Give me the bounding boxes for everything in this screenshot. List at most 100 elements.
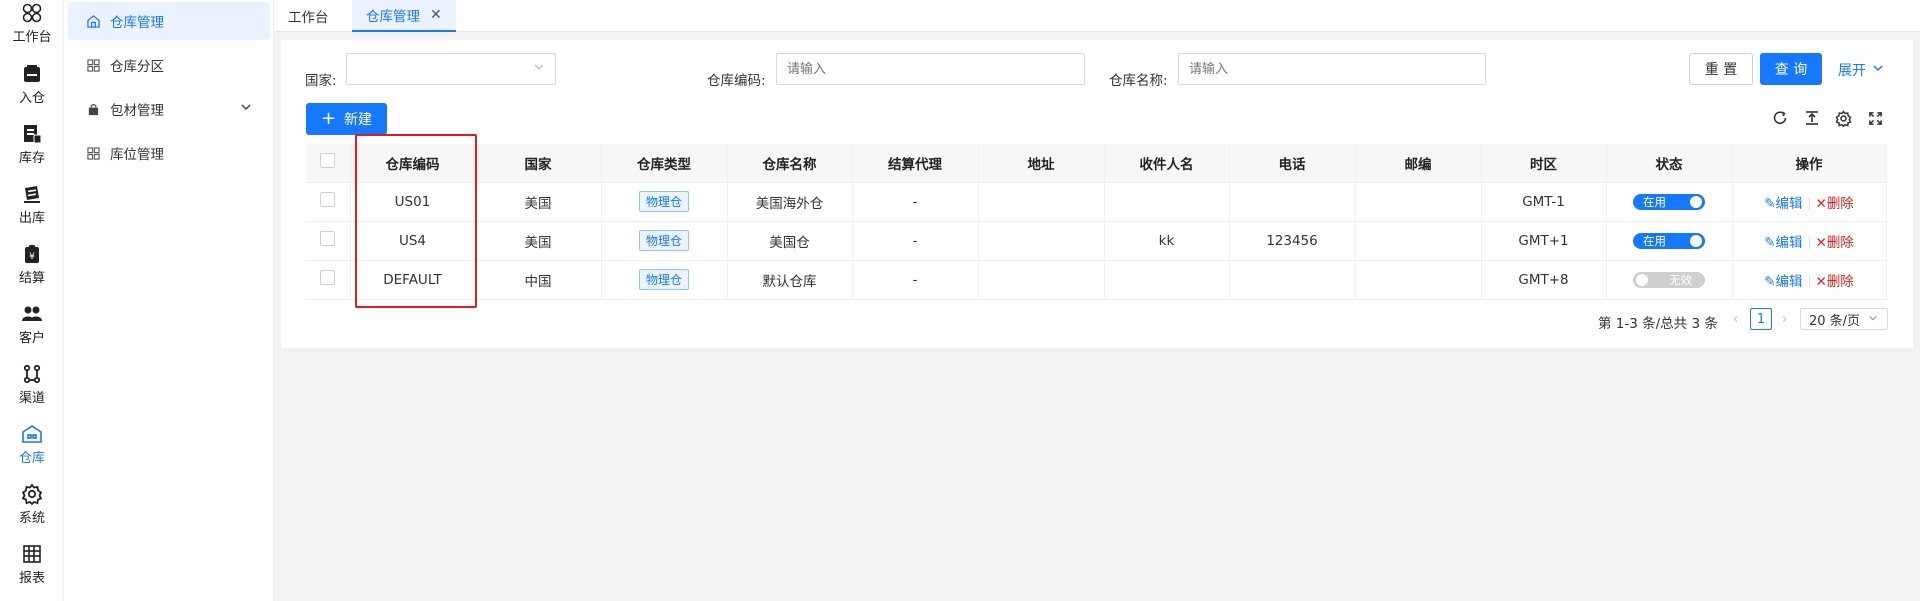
expand-label: 展开	[1838, 63, 1866, 79]
table-row: US01 美国 物理仓 美国海外仓 - GMT-1 在用 ✎编辑 ✕删除	[306, 182, 1887, 222]
toggle-knob	[1636, 273, 1648, 286]
rail-item-report[interactable]: 报表	[0, 543, 64, 599]
cell-code: DEFAULT	[350, 260, 476, 300]
cell-type: 物理仓	[601, 182, 728, 222]
cell-timezone: GMT-1	[1481, 182, 1607, 222]
edit-button[interactable]: ✎编辑	[1764, 196, 1802, 212]
rail-item-outbound[interactable]: 出库	[0, 183, 64, 239]
delete-label: 删除	[1826, 234, 1854, 251]
cell-address	[978, 260, 1105, 300]
tab-dashboard[interactable]: 工作台	[274, 0, 343, 32]
table-row: US4 美国 物理仓 美国仓 - kk 123456 GMT+1 在用 ✎编辑 ✕…	[306, 221, 1887, 261]
cell-agent: -	[852, 221, 979, 261]
chevron-down-icon	[240, 101, 252, 117]
edit-icon: ✎	[1764, 273, 1776, 290]
select-all-checkbox[interactable]	[320, 153, 336, 169]
status-toggle[interactable]: 在用	[1633, 232, 1705, 249]
status-toggle-label: 在用	[1643, 194, 1666, 209]
column-header: 国家	[475, 144, 602, 183]
cell-phone: 123456	[1229, 221, 1356, 261]
row-checkbox[interactable]	[320, 231, 336, 246]
status-toggle-label: 在用	[1643, 233, 1666, 248]
cell-code: US4	[350, 221, 476, 261]
tab-label: 仓库管理	[366, 9, 420, 25]
cell-timezone: GMT+8	[1481, 260, 1607, 300]
cell-name: 美国仓	[727, 221, 853, 261]
settlement-icon: ¥	[21, 243, 43, 265]
rail-label: 结算	[18, 271, 45, 286]
row-checkbox[interactable]	[320, 192, 336, 207]
settings-icon[interactable]	[1834, 109, 1852, 127]
rail-item-warehouse[interactable]: 仓库	[0, 423, 64, 479]
cell-recipient	[1104, 182, 1230, 222]
cell-actions: ✎编辑 ✕删除	[1732, 182, 1887, 222]
query-button-label: 查 询	[1774, 62, 1808, 78]
chevron-down-icon	[1872, 62, 1884, 78]
delete-button[interactable]: ✕删除	[1816, 235, 1854, 251]
column-header: 仓库编码	[350, 144, 476, 183]
refresh-icon[interactable]	[1771, 109, 1789, 127]
delete-button[interactable]: ✕删除	[1816, 274, 1854, 290]
edit-label: 编辑	[1775, 273, 1803, 290]
cell-name: 美国海外仓	[727, 182, 853, 222]
query-button[interactable]: 查 询	[1760, 53, 1822, 85]
tab-warehouse-management[interactable]: 仓库管理 ✕	[352, 0, 456, 32]
outbound-icon	[21, 183, 43, 205]
edit-button[interactable]: ✎编辑	[1764, 274, 1802, 290]
rail-label: 入仓	[18, 91, 45, 106]
code-input[interactable]	[776, 53, 1085, 85]
sub-item-warehouse-zones[interactable]: 仓库分区	[68, 46, 270, 84]
new-button[interactable]: + 新建	[306, 103, 387, 135]
reset-button-label: 重 置	[1704, 62, 1738, 78]
column-header: 仓库类型	[601, 144, 728, 183]
fullscreen-icon[interactable]	[1866, 109, 1884, 127]
sub-item-packaging[interactable]: 包材管理	[68, 90, 270, 128]
page-size-label: 20 条/页	[1809, 313, 1861, 329]
column-header: 状态	[1606, 144, 1733, 183]
tab-bar: 工作台 仓库管理 ✕	[274, 0, 1920, 32]
svg-text:¥: ¥	[29, 252, 35, 262]
cell-address	[978, 221, 1105, 261]
prev-page-icon[interactable]: ‹	[1733, 312, 1738, 327]
rail-label: 工作台	[12, 30, 52, 45]
plus-icon: +	[320, 108, 337, 129]
cell-code: US01	[350, 182, 476, 222]
page-size-select[interactable]: 20 条/页	[1800, 308, 1888, 330]
page-1-button[interactable]: 1	[1750, 308, 1772, 330]
next-page-icon[interactable]: ›	[1782, 312, 1787, 327]
edit-button[interactable]: ✎编辑	[1764, 235, 1802, 251]
type-tag: 物理仓	[638, 269, 689, 290]
inventory-icon	[21, 123, 43, 145]
cell-country: 美国	[475, 221, 602, 261]
action-divider	[1808, 275, 1810, 288]
home-icon	[86, 14, 100, 28]
rail-item-settings[interactable]: 系统	[0, 483, 64, 539]
rail-item-customers[interactable]: 客户	[0, 303, 64, 359]
sub-item-locations[interactable]: 库位管理	[68, 134, 270, 172]
row-checkbox[interactable]	[320, 270, 336, 285]
status-toggle[interactable]: 无效	[1633, 271, 1705, 288]
sub-item-label: 仓库管理	[110, 15, 164, 31]
sub-item-warehouse-management[interactable]: 仓库管理	[68, 2, 270, 40]
cell-actions: ✎编辑 ✕删除	[1732, 260, 1887, 300]
reset-button[interactable]: 重 置	[1689, 53, 1753, 85]
rail-item-dashboard[interactable]: 工作台	[0, 2, 64, 58]
edit-icon: ✎	[1764, 195, 1776, 212]
cell-status: 在用	[1606, 221, 1733, 261]
column-header: 时区	[1481, 144, 1607, 183]
edit-icon: ✎	[1764, 234, 1776, 251]
status-toggle[interactable]: 在用	[1633, 193, 1705, 210]
close-icon[interactable]: ✕	[430, 7, 442, 23]
country-select[interactable]	[346, 53, 556, 85]
cell-timezone: GMT+1	[1481, 221, 1607, 261]
rail-item-channel[interactable]: 渠道	[0, 363, 64, 419]
expand-link[interactable]: 展开	[1838, 60, 1884, 80]
rail-item-inbound[interactable]: 入仓	[0, 63, 64, 119]
column-height-icon[interactable]	[1803, 109, 1821, 127]
delete-button[interactable]: ✕删除	[1816, 196, 1854, 212]
name-input[interactable]	[1178, 53, 1486, 85]
rail-item-inventory[interactable]: 库存	[0, 123, 64, 179]
report-icon	[21, 543, 43, 565]
type-tag: 物理仓	[638, 191, 689, 212]
rail-item-settlement[interactable]: ¥ 结算	[0, 243, 64, 299]
